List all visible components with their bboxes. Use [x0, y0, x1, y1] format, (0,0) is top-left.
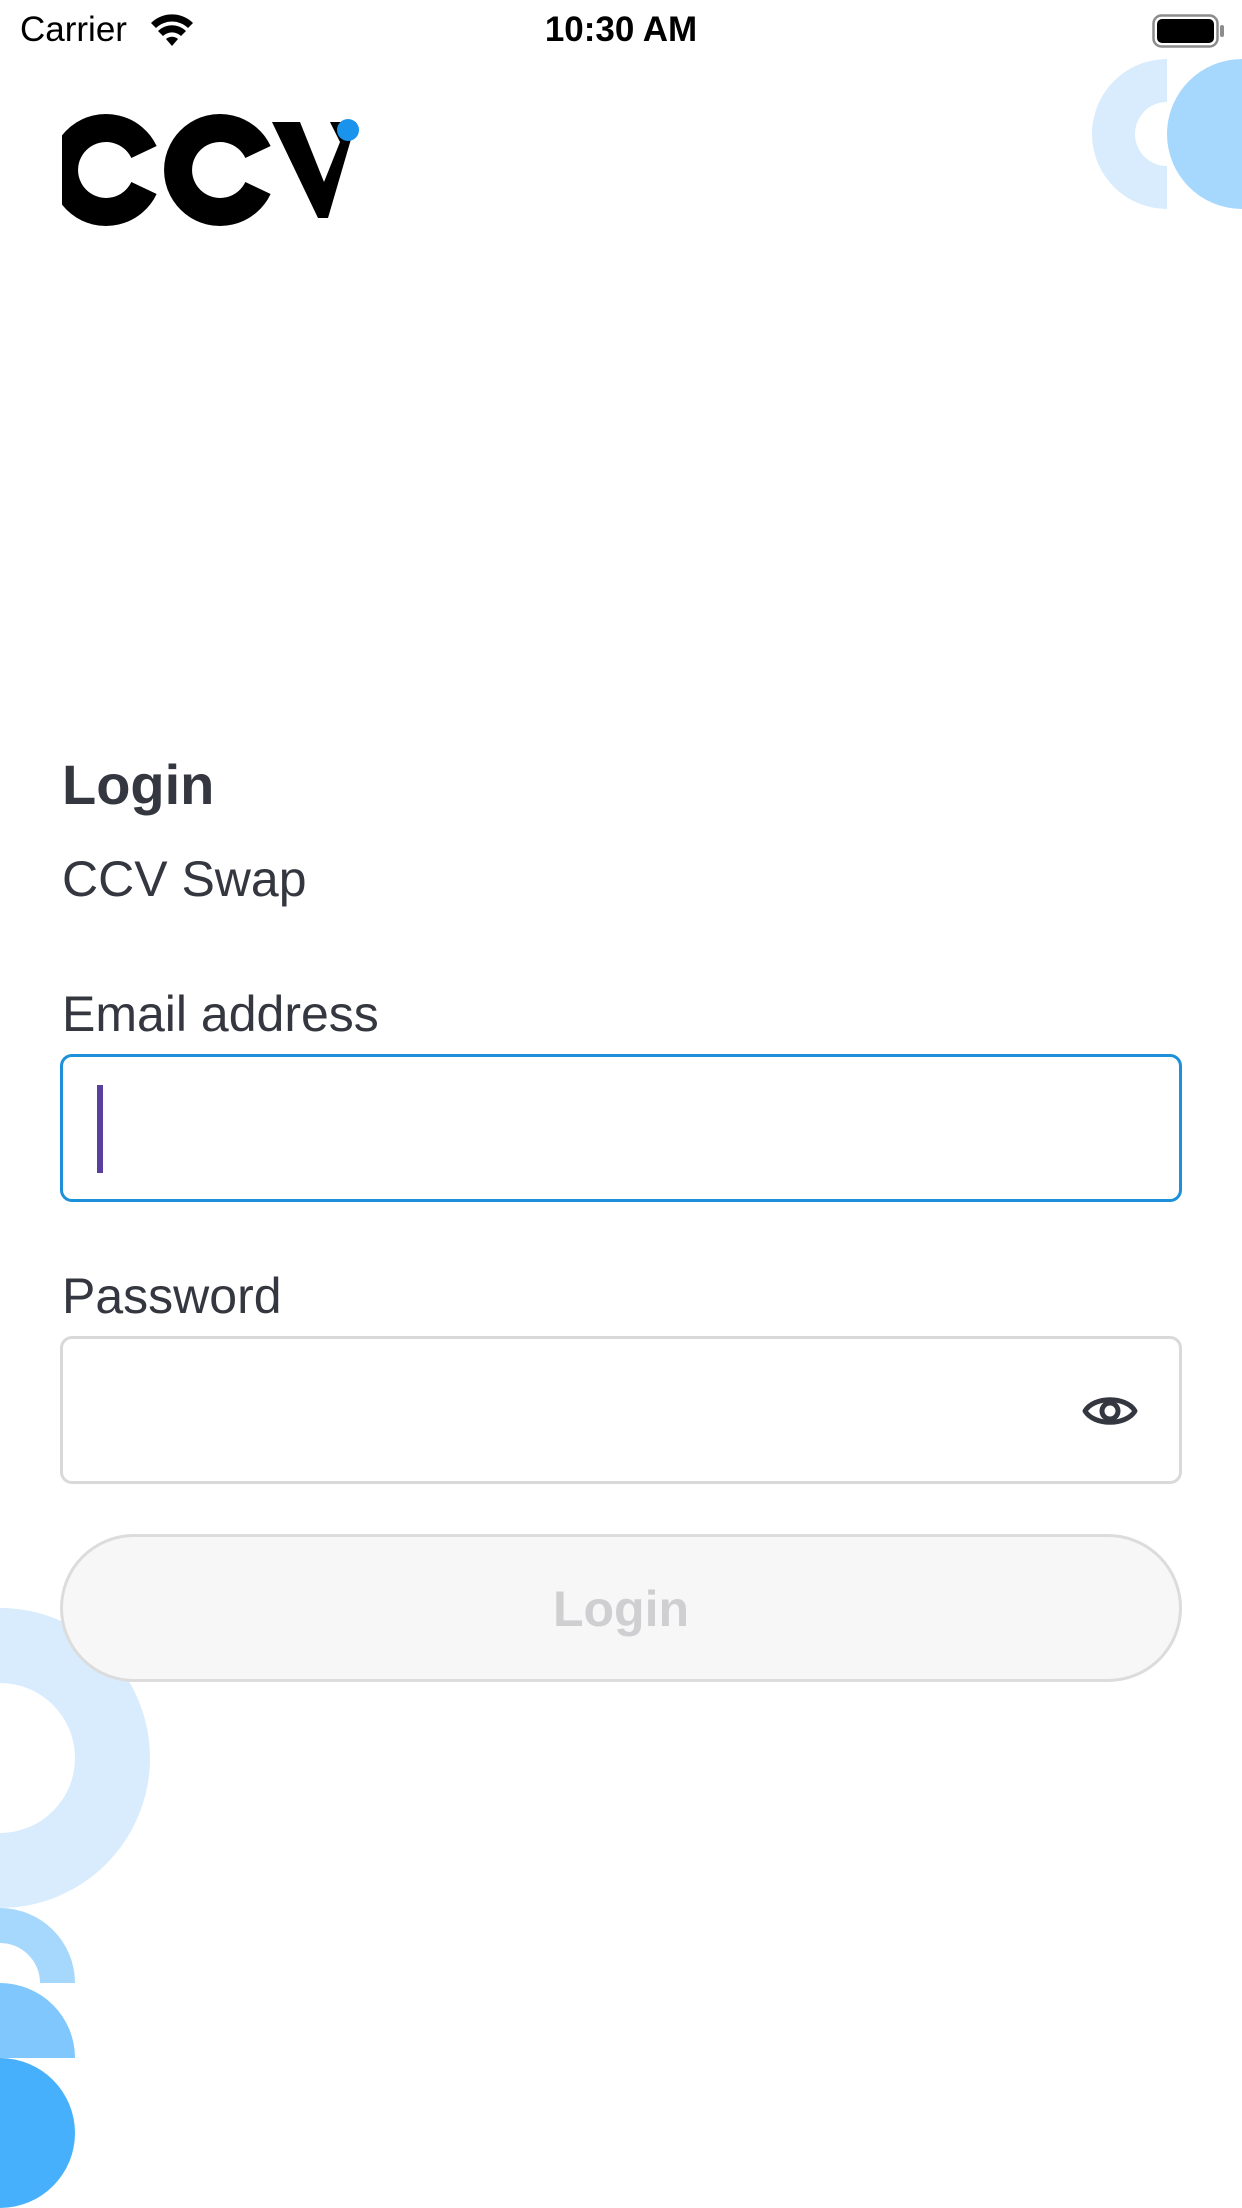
login-button[interactable]: Login — [60, 1534, 1182, 1682]
ccv-logo — [62, 114, 359, 226]
email-input[interactable] — [95, 1077, 1099, 1179]
password-input[interactable] — [95, 1359, 1099, 1461]
email-field[interactable] — [60, 1054, 1182, 1202]
eye-icon[interactable] — [1082, 1388, 1138, 1434]
battery-icon — [1152, 14, 1224, 48]
page-title: Login — [62, 753, 215, 816]
app-name: CCV Swap — [62, 851, 307, 907]
status-time: 10:30 AM — [544, 10, 698, 49]
password-field[interactable] — [60, 1336, 1182, 1484]
status-bar: Carrier 10:30 AM — [0, 0, 1242, 62]
login-screen: Carrier 10:30 AM Login CCV Swap Email ad… — [0, 0, 1242, 2208]
email-label: Email address — [62, 986, 379, 1042]
password-label: Password — [62, 1268, 282, 1324]
text-caret — [97, 1085, 103, 1173]
